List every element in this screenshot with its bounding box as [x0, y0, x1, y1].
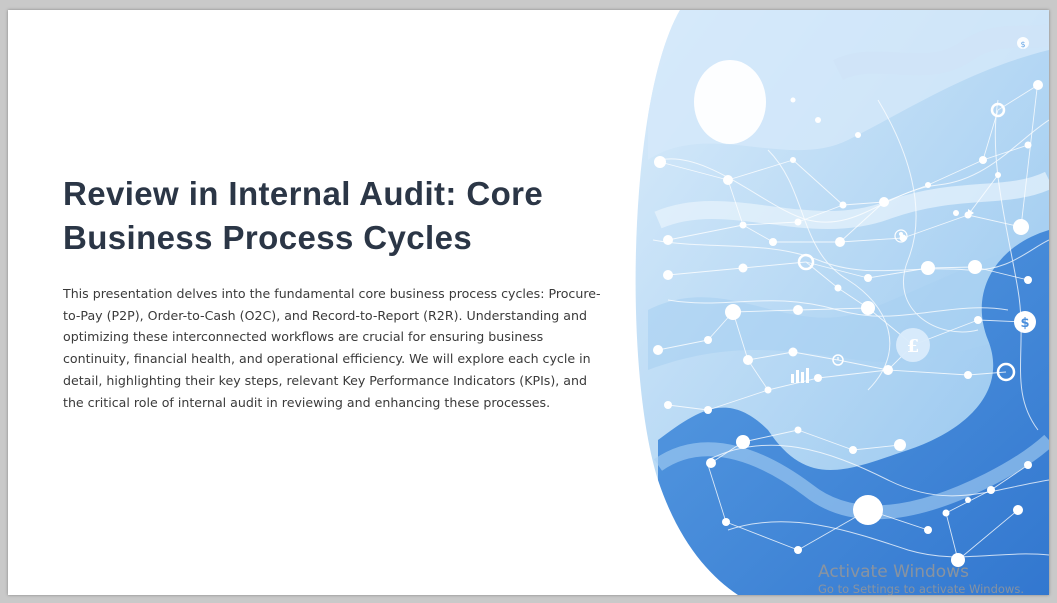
svg-text:£: £ — [907, 336, 920, 357]
slide-body-text: This presentation delves into the fundam… — [63, 286, 601, 410]
slide-title: Review in Internal Audit: Core Business … — [63, 175, 544, 256]
svg-text:$: $ — [1020, 40, 1025, 49]
euro-icon: £ — [896, 328, 930, 362]
presentation-slide: $ £ $ Review in Internal Audit: Core Bus… — [8, 10, 1049, 595]
watermark-title: Activate Windows — [818, 562, 969, 582]
dollar-icon: $ — [1014, 311, 1036, 333]
watermark-subtitle: Go to Settings to activate Windows. — [818, 582, 1024, 595]
activate-windows-watermark: Activate Windows Go to Settings to activ… — [818, 562, 1049, 595]
svg-text:$: $ — [1020, 316, 1029, 331]
dollar-icon: $ — [1017, 37, 1029, 49]
